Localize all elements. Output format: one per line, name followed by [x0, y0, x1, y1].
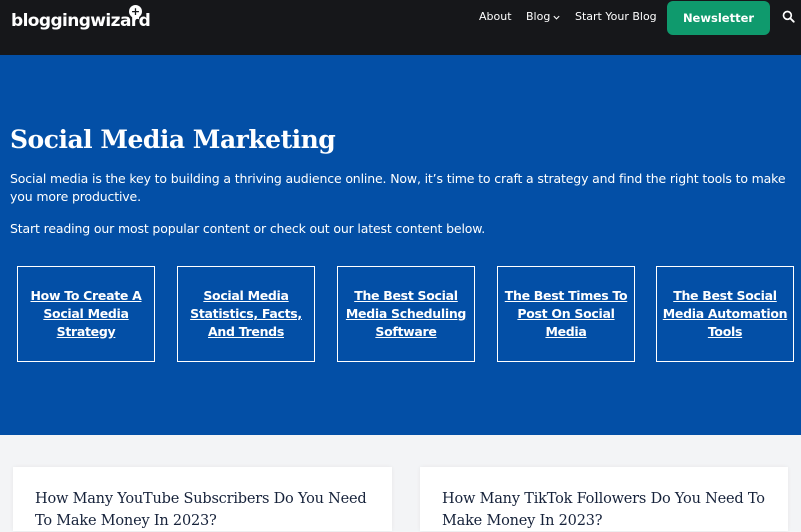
card-link[interactable]: How To Create A Social Media Strategy [18, 287, 154, 341]
article-card[interactable]: How Many TikTok Followers Do You Need To… [420, 467, 788, 531]
article-title[interactable]: How Many TikTok Followers Do You Need To… [442, 488, 782, 532]
card-link[interactable]: The Best Social Media Scheduling Softwar… [338, 287, 474, 341]
article-card[interactable]: How Many YouTube Subscribers Do You Need… [13, 467, 392, 531]
nav-start-your-blog-link[interactable]: Start Your Blog [575, 10, 657, 24]
site-header: bloggingwizard + About Blog Start Your B… [0, 0, 801, 55]
popular-card[interactable]: The Best Social Media Scheduling Softwar… [337, 266, 475, 362]
hero-description: Social media is the key to building a th… [10, 171, 786, 204]
nav-about-link[interactable]: About [479, 10, 512, 24]
card-link[interactable]: The Best Social Media Automation Tools [657, 287, 793, 341]
hero-cta-text: Start reading our most popular content o… [10, 221, 486, 236]
popular-card[interactable]: The Best Social Media Automation Tools [656, 266, 794, 362]
page-title: Social Media Marketing [10, 125, 336, 154]
article-title[interactable]: How Many YouTube Subscribers Do You Need… [35, 488, 375, 532]
chevron-down-icon[interactable] [552, 13, 561, 22]
popular-card[interactable]: Social Media Statistics, Facts, And Tren… [177, 266, 315, 362]
card-link[interactable]: Social Media Statistics, Facts, And Tren… [178, 287, 314, 341]
nav-blog-link[interactable]: Blog [526, 10, 550, 24]
hero-section: Social Media Marketing Social media is t… [0, 55, 801, 435]
card-link[interactable]: The Best Times To Post On Social Media [498, 287, 634, 341]
search-icon[interactable] [782, 10, 795, 23]
logo-plus-icon: + [129, 5, 142, 18]
popular-card[interactable]: How To Create A Social Media Strategy [17, 266, 155, 362]
newsletter-button[interactable]: Newsletter [667, 1, 770, 35]
popular-card[interactable]: The Best Times To Post On Social Media [497, 266, 635, 362]
